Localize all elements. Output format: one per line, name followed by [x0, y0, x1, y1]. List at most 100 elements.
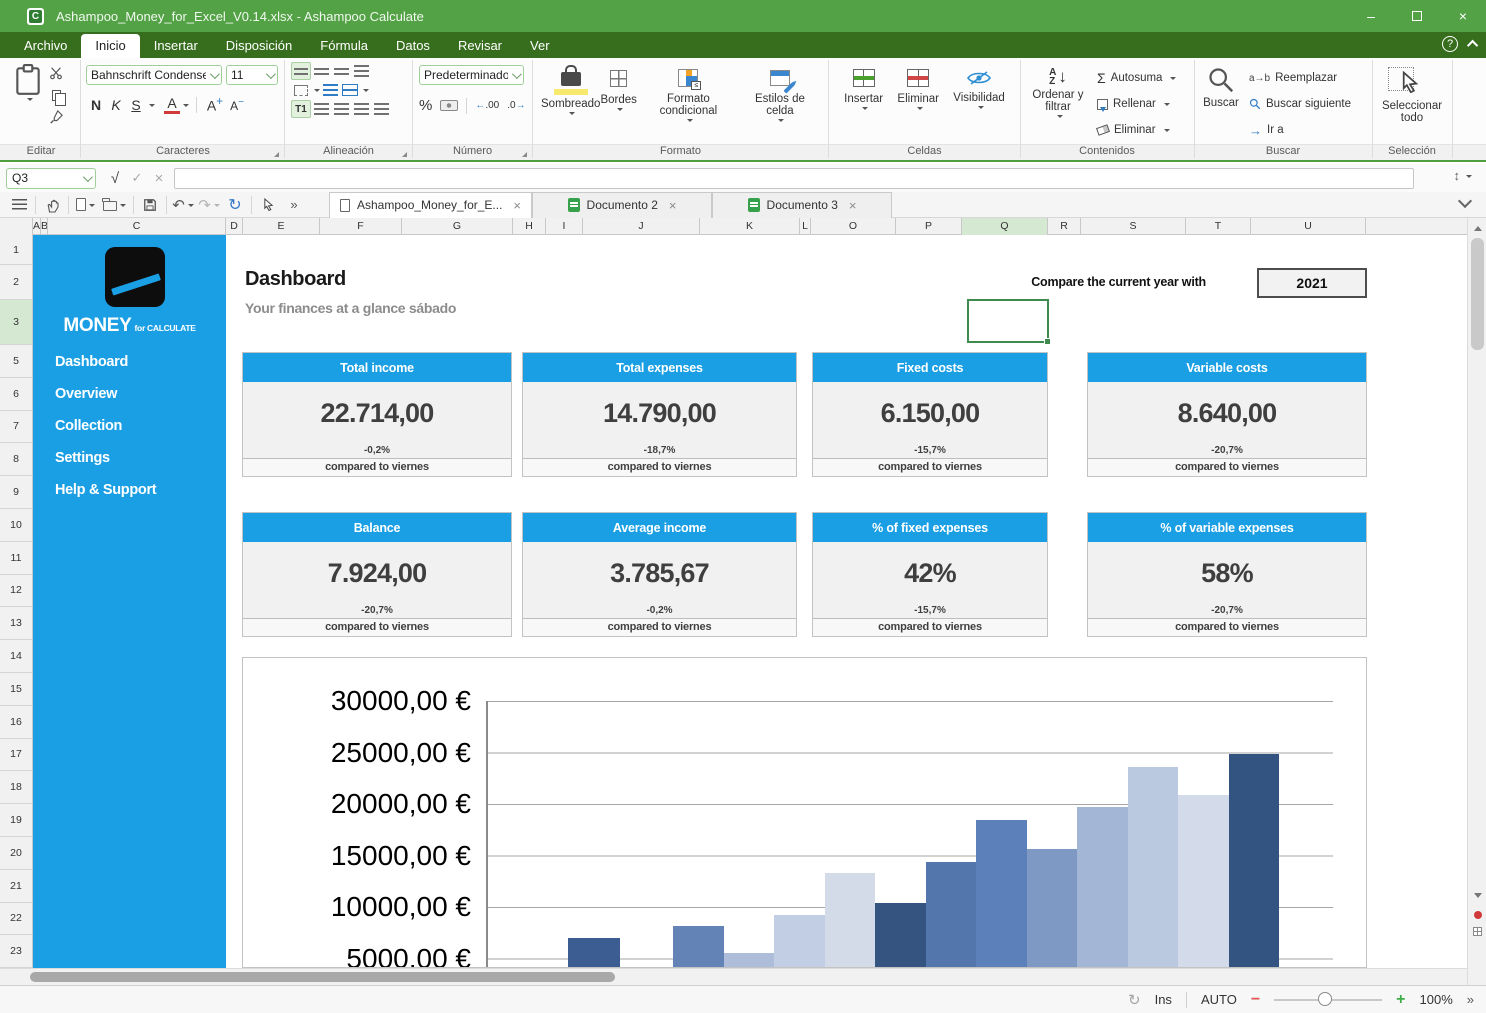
- row-header-23[interactable]: 23: [0, 935, 33, 968]
- row-header-1[interactable]: 1: [0, 235, 33, 265]
- insert-mode-indicator[interactable]: Ins: [1155, 992, 1172, 1007]
- sidebar-nav-item[interactable]: Collection: [55, 417, 156, 435]
- align-middle-button[interactable]: [311, 62, 331, 80]
- cell-name-box[interactable]: Q3: [6, 168, 96, 189]
- auto-mode-indicator[interactable]: AUTO: [1201, 992, 1237, 1007]
- column-header-C[interactable]: C: [48, 218, 226, 235]
- borders-button[interactable]: Bordes: [600, 61, 636, 143]
- select-all-button[interactable]: Seleccionar todo: [1374, 61, 1450, 143]
- find-next-button[interactable]: Buscar siguiente: [1249, 94, 1351, 114]
- row-header-5[interactable]: 5: [0, 345, 33, 378]
- row-header-3[interactable]: 3: [0, 300, 33, 345]
- menu-tab[interactable]: Insertar: [140, 34, 212, 58]
- underline-button[interactable]: S: [126, 97, 146, 113]
- close-button[interactable]: ×: [1440, 0, 1486, 32]
- row-header-12[interactable]: 12: [0, 575, 33, 608]
- expand-alineacion-icon[interactable]: [402, 152, 407, 157]
- shading-button[interactable]: Sombreado: [541, 61, 600, 143]
- column-header-A[interactable]: A: [33, 218, 41, 235]
- wrap-text-button[interactable]: [320, 81, 340, 99]
- vertical-scrollbar[interactable]: [1467, 218, 1486, 985]
- column-header-O[interactable]: O: [811, 218, 896, 235]
- zoom-level[interactable]: 100%: [1420, 992, 1453, 1007]
- cell-border-button[interactable]: [291, 81, 311, 99]
- insert-cells-button[interactable]: Insertar: [844, 61, 883, 143]
- sidebar-nav-item[interactable]: Overview: [55, 385, 156, 403]
- column-header-F[interactable]: F: [320, 218, 402, 235]
- menu-tab[interactable]: Revisar: [444, 34, 516, 58]
- formula-bar-caret[interactable]: [1466, 175, 1472, 181]
- scroll-up-button[interactable]: [1468, 218, 1486, 235]
- add-decimal-button[interactable]: ←.00: [475, 100, 499, 111]
- split-view-button[interactable]: [1468, 923, 1486, 940]
- save-button[interactable]: [137, 194, 163, 216]
- column-header-B[interactable]: B: [41, 218, 48, 235]
- row-header-16[interactable]: 16: [0, 706, 33, 739]
- percent-format-button[interactable]: %: [419, 97, 432, 114]
- copy-button[interactable]: [45, 85, 67, 105]
- collapse-ribbon-icon[interactable]: [1467, 40, 1478, 51]
- font-name-select[interactable]: Bahnschrift Condensed: [86, 65, 222, 85]
- column-header-D[interactable]: D: [226, 218, 243, 235]
- column-header-K[interactable]: K: [700, 218, 800, 235]
- select-mode-button[interactable]: [255, 194, 281, 216]
- row-header-19[interactable]: 19: [0, 804, 33, 837]
- row-header-11[interactable]: 11: [0, 542, 33, 575]
- column-header-R[interactable]: R: [1048, 218, 1081, 235]
- zoom-out-button[interactable]: −: [1251, 991, 1260, 1009]
- column-header-T[interactable]: T: [1186, 218, 1251, 235]
- currency-format-icon[interactable]: [440, 100, 458, 111]
- align-left-button[interactable]: [311, 100, 331, 118]
- clear-contents-button[interactable]: Eliminar: [1097, 120, 1176, 140]
- goto-button[interactable]: →Ir a: [1249, 120, 1351, 140]
- merge-cells-button[interactable]: [340, 81, 360, 99]
- close-tab-icon[interactable]: ×: [669, 198, 677, 213]
- row-header-20[interactable]: 20: [0, 837, 33, 870]
- autosum-button[interactable]: ΣAutosuma: [1097, 68, 1176, 88]
- resize-formula-bar-icon[interactable]: ↕: [1454, 168, 1461, 183]
- statusbar-overflow-button[interactable]: »: [1467, 992, 1474, 1007]
- formula-input[interactable]: [174, 168, 1414, 189]
- bold-button[interactable]: N: [86, 97, 106, 113]
- paste-button[interactable]: [15, 61, 41, 143]
- row-header-14[interactable]: 14: [0, 640, 33, 673]
- refresh-button[interactable]: ↻: [222, 194, 248, 216]
- menu-tab[interactable]: Ver: [516, 34, 564, 58]
- fill-handle[interactable]: [1044, 338, 1051, 345]
- row-header-6[interactable]: 6: [0, 378, 33, 411]
- delete-cells-button[interactable]: Eliminar: [897, 61, 939, 143]
- menu-tab[interactable]: Fórmula: [306, 34, 382, 58]
- row-header-10[interactable]: 10: [0, 509, 33, 542]
- horizontal-scroll-thumb[interactable]: [30, 972, 615, 982]
- text-direction-button[interactable]: [351, 62, 371, 80]
- row-header-17[interactable]: 17: [0, 739, 33, 772]
- row-header-21[interactable]: 21: [0, 870, 33, 903]
- expand-numero-icon[interactable]: [522, 152, 527, 157]
- replace-button[interactable]: a→bReemplazar: [1249, 68, 1351, 88]
- column-header-I[interactable]: I: [546, 218, 583, 235]
- menu-tab[interactable]: Archivo: [10, 34, 81, 58]
- align-bottom-button[interactable]: [331, 62, 351, 80]
- column-header-J[interactable]: J: [583, 218, 700, 235]
- row-header-22[interactable]: 22: [0, 903, 33, 936]
- align-top-button[interactable]: [291, 62, 311, 80]
- justify-button[interactable]: [371, 100, 391, 118]
- column-header-H[interactable]: H: [513, 218, 546, 235]
- column-header-G[interactable]: G: [402, 218, 513, 235]
- confirm-entry-button[interactable]: ✓: [126, 170, 148, 186]
- remove-decimal-button[interactable]: .0→: [507, 100, 525, 111]
- menu-tab[interactable]: Datos: [382, 34, 444, 58]
- help-icon[interactable]: ?: [1442, 36, 1458, 52]
- close-tab-icon[interactable]: ×: [513, 198, 521, 213]
- sidebar-nav-item[interactable]: Dashboard: [55, 353, 156, 371]
- compare-year-input[interactable]: 2021: [1257, 268, 1367, 298]
- fill-button[interactable]: Rellenar: [1097, 94, 1176, 114]
- zoom-in-button[interactable]: +: [1396, 991, 1405, 1009]
- cancel-entry-button[interactable]: ×: [148, 170, 170, 187]
- align-center-button[interactable]: [331, 100, 351, 118]
- zoom-slider-knob[interactable]: [1318, 992, 1332, 1006]
- vertical-text-button[interactable]: T1: [291, 100, 311, 118]
- maximize-button[interactable]: [1394, 0, 1440, 32]
- number-format-select[interactable]: Predeterminado: [419, 65, 524, 85]
- menu-tab[interactable]: Disposición: [212, 34, 306, 58]
